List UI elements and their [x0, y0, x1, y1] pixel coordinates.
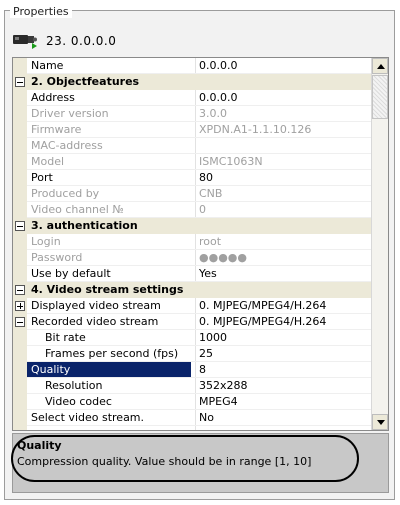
expand-icon[interactable] [15, 301, 25, 311]
property-grid[interactable]: Name 0.0.0.0 2. Objectfeatures Address 0… [12, 57, 389, 431]
property-value[interactable]: 1000 [199, 330, 371, 346]
property-value[interactable]: Yes [199, 266, 371, 282]
property-label: Video codec [45, 395, 112, 408]
camera-icon [12, 31, 38, 52]
property-label: Video channel № [31, 203, 124, 216]
property-row-quality[interactable]: Quality 8 [13, 362, 371, 378]
property-label: Bit rate [45, 331, 86, 344]
property-row-video-codec[interactable]: Video codec MPEG4 [13, 394, 371, 410]
property-rows: Name 0.0.0.0 2. Objectfeatures Address 0… [13, 58, 371, 426]
property-value[interactable]: 352x288 [199, 378, 371, 394]
property-value[interactable]: 0. MJPEG/MPEG4/H.264 [199, 314, 371, 330]
property-label: Firmware [31, 123, 82, 136]
property-row-displayed-video-stream[interactable]: Displayed video stream 0. MJPEG/MPEG4/H.… [13, 298, 371, 314]
section-authentication[interactable]: 3. authentication [13, 218, 371, 234]
property-label: Frames per second (fps) [45, 347, 179, 360]
property-row-login[interactable]: Login root [13, 234, 371, 250]
property-value: 3.0.0 [199, 107, 227, 120]
property-value[interactable]: 0. MJPEG/MPEG4/H.264 [199, 298, 371, 314]
property-row-driver-version[interactable]: Driver version 3.0.0 [13, 106, 371, 122]
property-row-recorded-video-stream[interactable]: Recorded video stream 0. MJPEG/MPEG4/H.2… [13, 314, 371, 330]
property-row-select-video-stream[interactable]: Select video stream. No [13, 410, 371, 426]
property-row-video-channel[interactable]: Video channel № 0 [13, 202, 371, 218]
property-row-password[interactable]: Password ●●●●● [13, 250, 371, 266]
property-row-address[interactable]: Address 0.0.0.0 [13, 90, 371, 106]
property-row-port[interactable]: Port 80 [13, 170, 371, 186]
property-value: ISMC1063N [199, 155, 263, 168]
section-label: 3. authentication [31, 219, 138, 232]
device-header: 23. 0.0.0.0 [12, 32, 116, 50]
property-value[interactable]: No [199, 410, 371, 426]
property-label: Address [31, 91, 75, 104]
property-value[interactable]: 8 [199, 362, 371, 378]
scroll-up-button[interactable] [372, 58, 388, 74]
property-row-mac-address[interactable]: MAC-address [13, 138, 371, 154]
property-value: XPDN.A1-1.1.10.126 [199, 123, 312, 136]
property-value[interactable]: 80 [199, 170, 371, 186]
property-row-bit-rate[interactable]: Bit rate 1000 [13, 330, 371, 346]
property-label: Login [31, 235, 61, 248]
property-row-use-by-default[interactable]: Use by default Yes [13, 266, 371, 282]
password-mask: ●●●●● [199, 251, 247, 264]
property-value[interactable]: 25 [199, 346, 371, 362]
property-label: Model [31, 155, 65, 168]
property-value: 0 [199, 203, 206, 216]
property-label: Name [31, 59, 64, 72]
property-label: Quality [27, 362, 191, 378]
collapse-icon[interactable] [15, 285, 25, 295]
property-row-name[interactable]: Name 0.0.0.0 [13, 58, 371, 74]
arrow-up-icon [377, 64, 385, 69]
collapse-icon[interactable] [15, 221, 25, 231]
property-value: root [199, 235, 222, 248]
property-label: Select video stream. [31, 411, 145, 424]
property-row-model[interactable]: Model ISMC1063N [13, 154, 371, 170]
collapse-icon[interactable] [15, 317, 25, 327]
property-value: CNB [199, 187, 223, 200]
property-value[interactable]: 0.0.0.0 [199, 90, 371, 106]
highlight-oval [11, 435, 359, 482]
section-object-features[interactable]: 2. Objectfeatures [13, 74, 371, 90]
property-label: Recorded video stream [31, 315, 159, 328]
property-label: Password [31, 251, 83, 264]
property-row-firmware[interactable]: Firmware XPDN.A1-1.1.10.126 [13, 122, 371, 138]
property-label: Produced by [31, 187, 100, 200]
property-row-fps[interactable]: Frames per second (fps) 25 [13, 346, 371, 362]
arrow-down-icon [377, 420, 385, 425]
collapse-icon[interactable] [15, 77, 25, 87]
property-row-produced-by[interactable]: Produced by CNB [13, 186, 371, 202]
section-label: 4. Video stream settings [31, 283, 184, 296]
property-label: Driver version [31, 107, 109, 120]
vertical-scrollbar[interactable] [371, 58, 388, 430]
device-label: 23. 0.0.0.0 [46, 34, 117, 48]
property-label: Resolution [45, 379, 103, 392]
scroll-thumb[interactable] [372, 75, 388, 119]
section-video-stream-settings[interactable]: 4. Video stream settings [13, 282, 371, 298]
property-row-resolution[interactable]: Resolution 352x288 [13, 378, 371, 394]
property-label: Displayed video stream [31, 299, 161, 312]
property-value[interactable]: 0.0.0.0 [199, 58, 371, 74]
property-label: Use by default [31, 267, 111, 280]
property-label: Port [31, 171, 53, 184]
scroll-down-button[interactable] [372, 414, 388, 430]
section-label: 2. Objectfeatures [31, 75, 140, 88]
properties-title: Properties [10, 5, 72, 18]
property-value[interactable]: MPEG4 [199, 394, 371, 410]
property-label: MAC-address [31, 139, 103, 152]
